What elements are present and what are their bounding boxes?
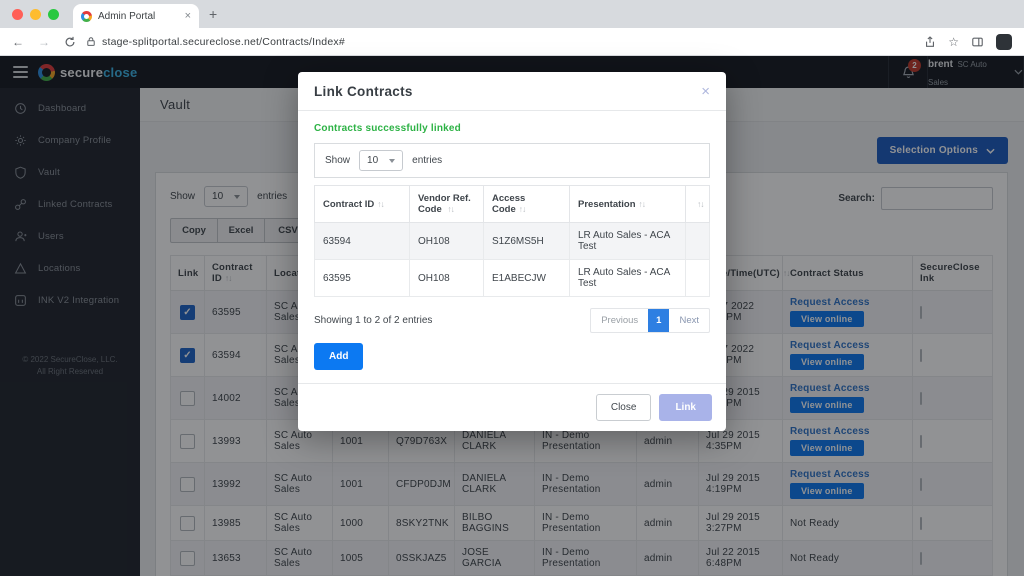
modal-body: Contracts successfully linked Show 10 en… [298,111,726,383]
caret-down-icon [389,159,395,163]
col-empty[interactable]: ↑↓ [686,186,710,223]
link-contracts-modal: Link Contracts × Contracts successfully … [298,72,726,431]
share-icon[interactable] [924,36,936,48]
modal-header: Link Contracts × [298,72,726,111]
forward-icon[interactable]: → [38,35,50,49]
back-icon[interactable]: ← [12,35,24,49]
table-row: 63595OH108 E1ABECJWLR Auto Sales - ACA T… [315,260,710,297]
col-access-code[interactable]: Access Code↑↓ [484,186,570,223]
modal-title: Link Contracts [314,84,413,99]
page-size-value: 10 [367,155,378,166]
pagination: Previous 1 Next [590,308,710,333]
sort-icon: ↑↓ [697,199,704,209]
reload-icon[interactable] [64,36,76,48]
screen: Admin Portal × + ← → stage-splitportal.s… [0,0,1024,576]
modal-table-info-row: Showing 1 to 2 of 2 entries Previous 1 N… [314,308,710,333]
modal-length-control: Show 10 entries [314,143,710,178]
window-controls [12,9,59,20]
sort-icon: ↑↓ [639,199,646,209]
side-panel-icon[interactable] [971,36,984,48]
previous-page-button[interactable]: Previous [591,309,648,332]
modal-header-row: Contract ID↑↓ Vendor Ref. Code ↑↓ Access… [315,186,710,223]
show-label: Show [325,155,350,166]
maximize-window-button[interactable] [48,9,59,20]
modal-close-icon[interactable]: × [701,84,710,99]
bookmark-star-icon[interactable]: ☆ [948,35,959,49]
browser-tab[interactable]: Admin Portal × [73,4,199,28]
link-button[interactable]: Link [659,394,712,421]
page-1-button[interactable]: 1 [648,309,669,332]
entries-label: entries [412,155,442,166]
browser-profile-avatar[interactable] [996,34,1012,50]
site-favicon [81,11,92,22]
col-presentation[interactable]: Presentation↑↓ [570,186,686,223]
col-contract-id[interactable]: Contract ID↑↓ [315,186,410,223]
modal-page-size-select[interactable]: 10 [359,150,403,171]
table-row: 63594OH108 S1Z6MS5HLR Auto Sales - ACA T… [315,223,710,260]
sort-icon: ↑↓ [447,204,454,214]
close-button[interactable]: Close [596,394,652,421]
new-tab-button[interactable]: + [209,6,217,22]
close-window-button[interactable] [12,9,23,20]
address-url[interactable]: stage-splitportal.secureclose.net/Contra… [102,36,345,48]
linked-contracts-table: Contract ID↑↓ Vendor Ref. Code ↑↓ Access… [314,185,710,297]
padlock-icon [86,36,96,47]
col-vendor-ref-code[interactable]: Vendor Ref. Code ↑↓ [410,186,484,223]
success-message: Contracts successfully linked [314,123,710,134]
table-info: Showing 1 to 2 of 2 entries [314,315,432,326]
browser-tabstrip: Admin Portal × + [0,0,1024,28]
minimize-window-button[interactable] [30,9,41,20]
add-button[interactable]: Add [314,343,363,370]
next-page-button[interactable]: Next [669,309,709,332]
sort-icon: ↑↓ [519,204,526,214]
sort-icon: ↑↓ [377,199,384,209]
tab-close-icon[interactable]: × [185,10,191,22]
browser-urlbar: ← → stage-splitportal.secureclose.net/Co… [0,28,1024,56]
tab-title: Admin Portal [98,11,179,22]
modal-footer: Close Link [298,383,726,431]
